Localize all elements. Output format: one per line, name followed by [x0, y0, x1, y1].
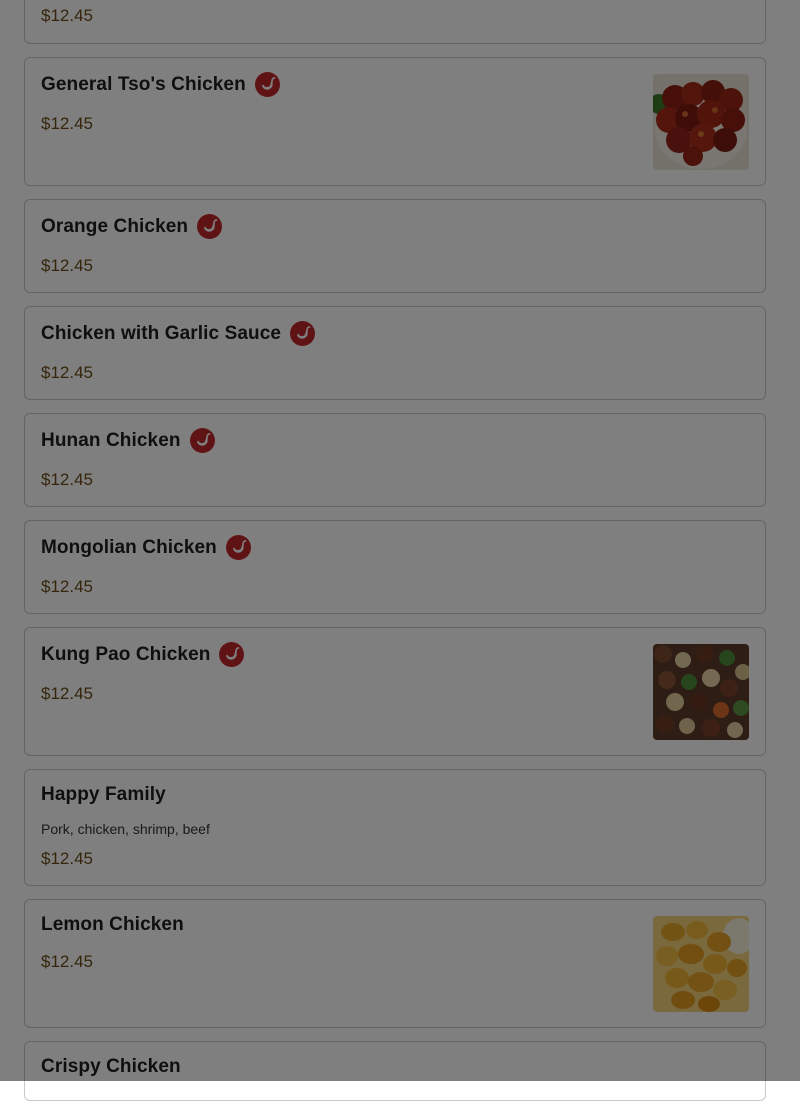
modal-backdrop-overlay[interactable] — [0, 0, 800, 1081]
